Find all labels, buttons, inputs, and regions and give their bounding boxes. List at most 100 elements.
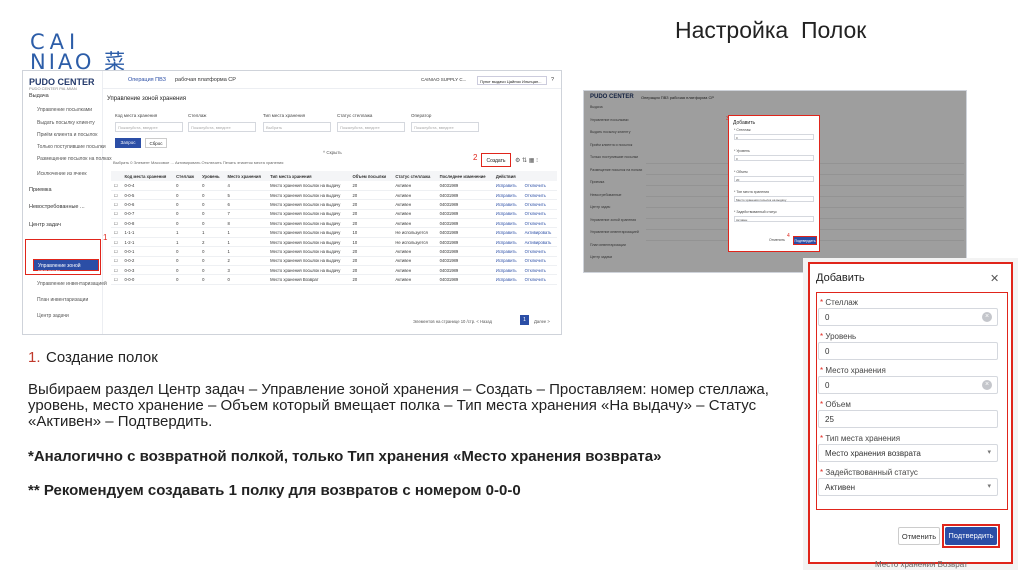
edit-link[interactable]: Исправить (492, 237, 522, 248)
row-checkbox[interactable]: ☐ (111, 199, 122, 210)
field-label: * Место хранения (820, 366, 886, 375)
filter-input-operator[interactable]: Пожалуйста, введите (411, 122, 479, 132)
field-input-mini[interactable]: 20 (734, 176, 814, 182)
field-input[interactable]: 0 × (818, 308, 998, 326)
toggle-link[interactable]: Активировать (521, 237, 557, 248)
reset-button[interactable]: Сброс (145, 138, 167, 148)
table-cell: Активен (392, 181, 437, 191)
sidebar-item[interactable]: Только поступившие посылки (37, 144, 106, 150)
query-button[interactable]: Запрос (115, 138, 141, 148)
toggle-link[interactable]: Отключить (521, 218, 557, 229)
tab-platform[interactable]: рабочая платформа СР (175, 77, 236, 83)
field-select[interactable]: Активен ▾ (818, 478, 998, 496)
clear-icon[interactable]: × (982, 380, 992, 390)
toggle-link[interactable]: Отключить (521, 265, 557, 276)
edit-link[interactable]: Исправить (492, 199, 522, 210)
sidebar-item[interactable]: Центр задачи (37, 313, 69, 319)
tab-pvz[interactable]: Операция ПВЗ (128, 77, 166, 83)
toggle-link[interactable]: Отключить (521, 199, 557, 210)
row-checkbox[interactable]: ☐ (111, 246, 122, 257)
next-page-button[interactable]: Далее > (534, 319, 550, 324)
clear-icon[interactable]: × (982, 312, 992, 322)
toggle-link[interactable]: Отключить (521, 274, 557, 285)
field-input-mini[interactable]: 0 (734, 155, 814, 161)
page-1-button[interactable]: 1 (520, 315, 529, 325)
field-input-mini[interactable]: 0 (734, 134, 814, 140)
sidebar-item[interactable]: Приемка (29, 187, 52, 193)
step-label-1: 1 (103, 233, 108, 242)
edit-link[interactable]: Исправить (492, 265, 522, 276)
table-cell: 10 (349, 227, 393, 238)
cancel-button[interactable]: Отменить (898, 527, 940, 545)
toggle-link[interactable]: Отключить (521, 181, 557, 191)
chevron-down-icon[interactable]: ▾ (987, 482, 991, 490)
help-icon[interactable]: ? (551, 77, 554, 83)
cancel-button-mini[interactable]: Отменить (769, 238, 785, 242)
edit-link[interactable]: Исправить (492, 190, 522, 201)
settings-icon[interactable]: ⚙ ⇅ ▦ ⁝ (515, 157, 538, 164)
confirm-button[interactable]: Подтвердить (945, 527, 997, 545)
filter-input-rack[interactable]: Пожалуйста, введите (188, 122, 256, 132)
edit-link[interactable]: Исправить (492, 246, 522, 257)
close-icon[interactable]: ✕ (990, 272, 999, 285)
chevron-down-icon[interactable]: ▾ (987, 448, 991, 456)
edit-link[interactable]: Исправить (492, 209, 522, 220)
row-checkbox[interactable]: ☐ (111, 237, 122, 248)
sidebar-item[interactable]: Размещение посылок на полках (37, 156, 112, 162)
column-header: Место хранения (224, 171, 268, 181)
confirm-button-mini[interactable]: Подтвердить (793, 236, 817, 245)
field-input[interactable]: 0 × (818, 376, 998, 394)
edit-link[interactable]: Исправить (492, 181, 522, 191)
row-checkbox[interactable]: ☐ (111, 256, 122, 267)
table-row: ☐ 0-0-4 0 0 4 Место хранения посылок на выдач… (111, 181, 557, 191)
user-company[interactable]: CAINIAO SUPPLY C... (421, 77, 466, 82)
table-cell: Место хранения посылок на выдачу (267, 227, 350, 238)
user-point[interactable]: Пункт выдачи Цайняо Ильнцан... (477, 76, 547, 85)
sidebar-item[interactable]: Центр задач (29, 222, 61, 228)
row-checkbox[interactable]: ☐ (111, 181, 122, 191)
toggle-link[interactable]: Активировать (521, 227, 557, 238)
sidebar-item[interactable]: Выдача (29, 93, 49, 99)
table-cell: Место хранения посылок на выдачу (267, 246, 350, 257)
edit-link[interactable]: Исправить (492, 274, 522, 285)
table-cell: 04031989 (436, 190, 493, 201)
sidebar-item[interactable]: Приём клиента и посылок (37, 132, 97, 138)
toggle-link[interactable]: Отключить (521, 256, 557, 267)
row-checkbox[interactable]: ☐ (111, 274, 122, 285)
row-checkbox[interactable]: ☐ (111, 209, 122, 220)
edit-link[interactable]: Исправить (492, 218, 522, 229)
sidebar-item[interactable]: Управление инвентаризацией (37, 281, 107, 287)
edit-link[interactable]: Исправить (492, 227, 522, 238)
toggle-link[interactable]: Отключить (521, 209, 557, 220)
filter-input-code[interactable]: Пожалуйста, введите (115, 122, 183, 132)
edit-link[interactable]: Исправить (492, 256, 522, 267)
row-checkbox[interactable]: ☐ (111, 218, 122, 229)
column-header: Тип места хранения (267, 171, 350, 181)
field-input-mini[interactable]: Место хранения посылок на выдачу (734, 196, 814, 202)
pagination[interactable]: Элементов на странице 10 /стр. < Назад (413, 319, 492, 324)
table-cell: 1 (173, 227, 200, 238)
sidebar-item[interactable]: Выдать посылку клиенту (37, 120, 95, 126)
sidebar-item[interactable]: Исключение из ячеек (37, 171, 87, 177)
field-input-mini[interactable]: Активен (734, 216, 814, 222)
sidebar-item[interactable]: План инвентаризации (37, 297, 88, 303)
sidebar-item[interactable]: Невостребованные ... (29, 204, 85, 210)
sidebar-item[interactable]: Управление посылками (37, 107, 92, 113)
hide-filters-button[interactable]: ^ Скрыть (323, 150, 342, 155)
field-select[interactable]: Место хранения возврата ▾ (818, 444, 998, 462)
filter-input-status[interactable]: Пожалуйста, введите (337, 122, 405, 132)
toggle-link[interactable]: Отключить (521, 190, 557, 201)
table-cell: 0 (199, 199, 225, 210)
create-button[interactable]: Создать (481, 153, 511, 167)
row-checkbox[interactable]: ☐ (111, 190, 122, 201)
field-input[interactable]: 25 (818, 410, 998, 428)
sidebar-item-storage-zone[interactable]: Управление зоной хранения (33, 259, 99, 275)
table-cell: 04031989 (436, 199, 493, 210)
add-dialog-mini: Добавить * Стеллаж 0 * Уровень 0 * Объем 20 * … (728, 115, 820, 252)
filter-select-type[interactable]: Выбрать (263, 122, 331, 132)
toggle-link[interactable]: Отключить (521, 246, 557, 257)
row-checkbox[interactable]: ☐ (111, 227, 122, 238)
field-input[interactable]: 0 (818, 342, 998, 360)
row-checkbox[interactable]: ☐ (111, 265, 122, 276)
table-cell: 20 (349, 199, 393, 210)
